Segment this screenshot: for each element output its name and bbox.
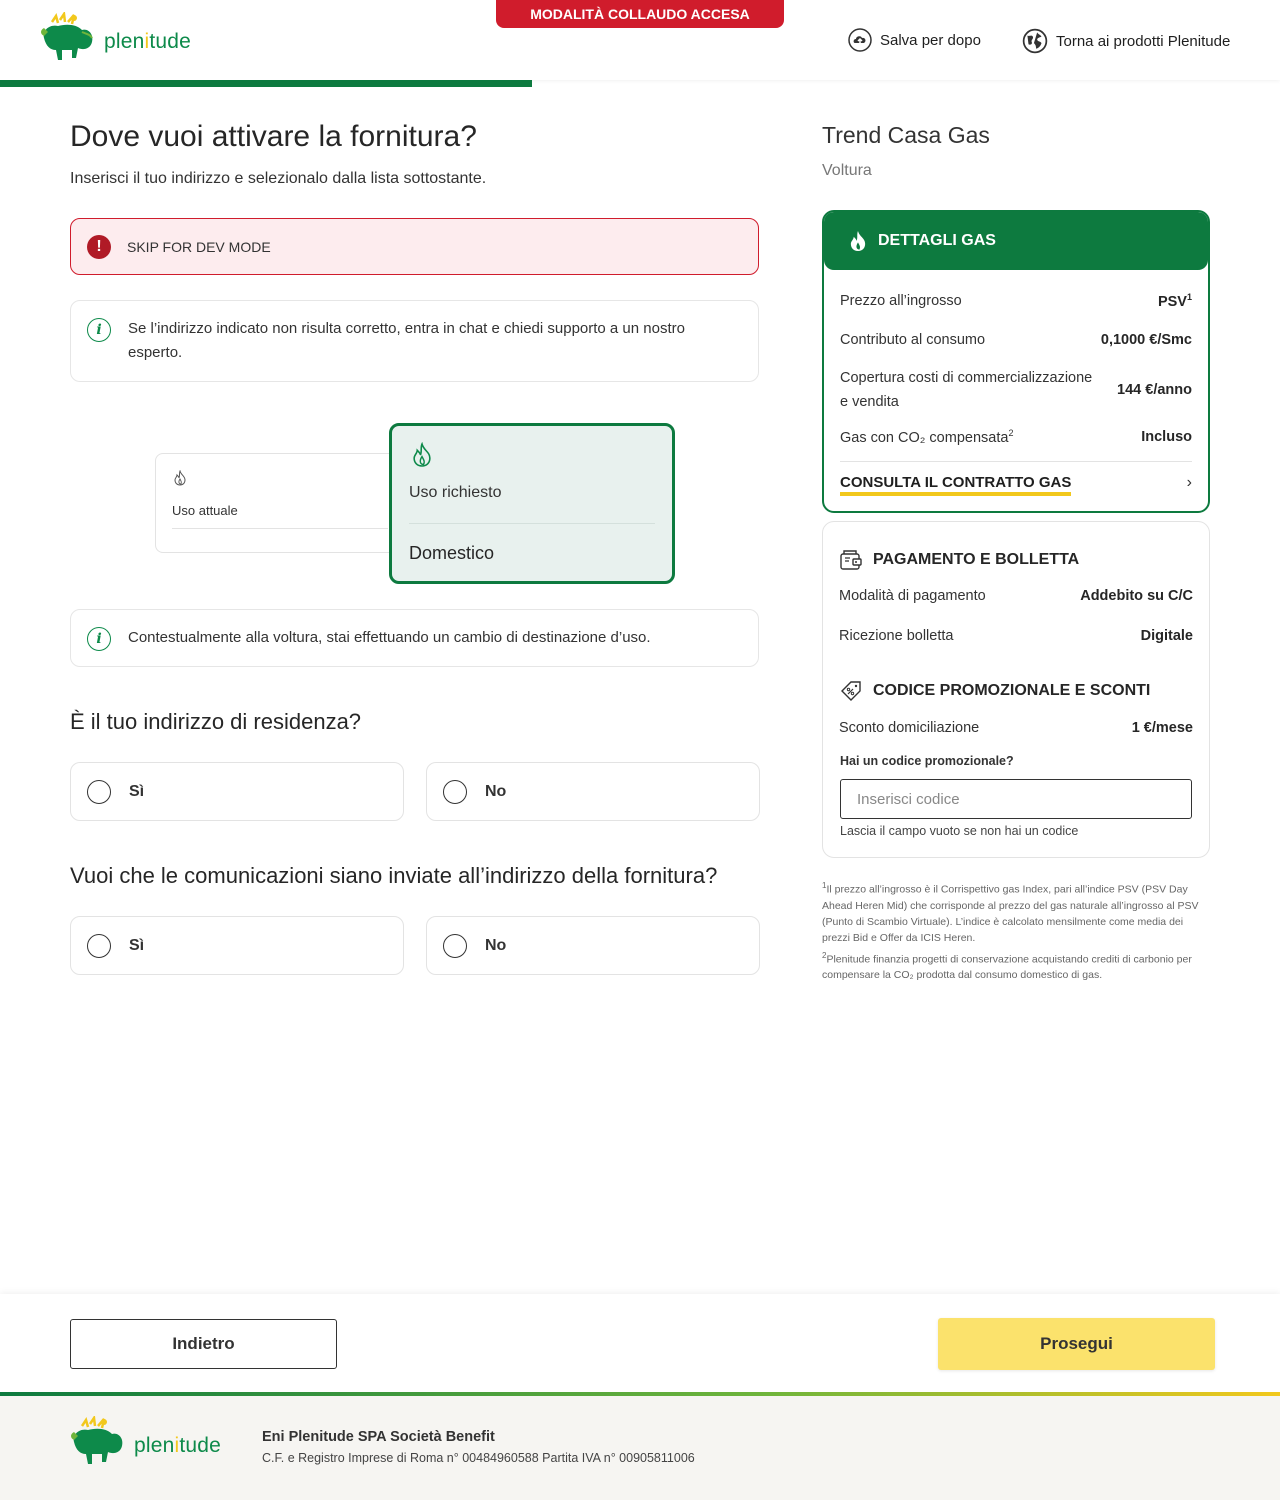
footer: plenitude Eni Plenitude SPA Società Bene… bbox=[0, 1396, 1280, 1500]
requested-use-card: Uso richiesto Domestico bbox=[389, 423, 675, 584]
footer-logo[interactable]: plenitude bbox=[68, 1416, 221, 1472]
globe-icon bbox=[1022, 28, 1048, 54]
promo-hint: Lascia il campo vuoto se non hai un codi… bbox=[840, 824, 1079, 838]
gas-row-wholesale: Prezzo all’ingrosso PSV1 bbox=[840, 292, 1192, 310]
payment-method-row: Modalità di pagamento Addebito su C/C bbox=[839, 588, 1193, 604]
residence-yes-radio[interactable]: Sì bbox=[70, 762, 404, 821]
dev-mode-alert-text: SKIP FOR DEV MODE bbox=[127, 238, 271, 255]
page-title: Dove vuoi attivare la fornitura? bbox=[70, 120, 477, 153]
tag-percent-icon bbox=[841, 681, 861, 701]
gas-details-card: DETTAGLI GAS Prezzo all’ingrosso PSV1 Co… bbox=[822, 210, 1210, 513]
divider bbox=[409, 523, 655, 524]
page-subtitle: Inserisci il tuo indirizzo e selezionalo… bbox=[70, 170, 487, 187]
gas-row-co2: Gas con CO₂ compensata2 Incluso bbox=[840, 428, 1192, 446]
dog-logo-icon bbox=[41, 12, 93, 60]
row-value: 0,1000 €/Smc bbox=[1100, 332, 1192, 348]
current-use-card: Uso attuale bbox=[155, 453, 405, 553]
gas-contract-link[interactable]: CONSULTA IL CONTRATTO GAS bbox=[840, 474, 1072, 496]
radio-label: No bbox=[485, 936, 507, 954]
gas-row-consumption: Contributo al consumo 0,1000 €/Smc bbox=[840, 332, 1192, 348]
gas-details-title: DETTAGLI GAS bbox=[878, 232, 996, 249]
payment-section-title: PAGAMENTO E BOLLETTA bbox=[839, 548, 1079, 572]
footnote-1: 1Il prezzo all’ingrosso è il Corrispetti… bbox=[822, 881, 1199, 944]
promo-code-input[interactable] bbox=[840, 779, 1192, 819]
radio-label: Sì bbox=[129, 782, 145, 800]
radio-circle bbox=[87, 779, 111, 804]
flame-icon bbox=[174, 470, 186, 486]
bill-delivery-row: Ricezione bolletta Digitale bbox=[839, 628, 1193, 644]
logo-wordmark: plenitude bbox=[134, 1434, 222, 1457]
back-button[interactable]: Indietro bbox=[70, 1319, 337, 1369]
radio-label: No bbox=[485, 782, 507, 800]
row-label: Sconto domiciliazione bbox=[839, 720, 980, 736]
row-value: Digitale bbox=[1140, 628, 1193, 644]
next-button[interactable]: Prosegui bbox=[938, 1318, 1215, 1370]
info-icon: i bbox=[87, 627, 111, 651]
company-registry: C.F. e Registro Imprese di Roma n° 00484… bbox=[262, 1451, 695, 1465]
wallet-icon bbox=[840, 550, 862, 570]
discount-row: Sconto domiciliazione 1 €/mese bbox=[839, 720, 1193, 736]
radio-circle bbox=[443, 933, 467, 958]
info-icon: i bbox=[87, 318, 111, 342]
row-label: Copertura costi di commercializzazione e … bbox=[840, 370, 1093, 410]
gas-details-header: DETTAGLI GAS bbox=[824, 212, 1208, 270]
row-value: PSV1 bbox=[1157, 292, 1192, 310]
address-info-text: Se l’indirizzo indicato non risulta corr… bbox=[128, 320, 685, 361]
radio-circle bbox=[443, 779, 467, 804]
divider bbox=[172, 528, 388, 529]
product-type: Voltura bbox=[822, 162, 872, 179]
radio-circle bbox=[87, 933, 111, 958]
row-value: Incluso bbox=[1141, 428, 1192, 445]
row-value: Addebito su C/C bbox=[1080, 588, 1193, 604]
top-header: plenitude MODALITÀ COLLAUDO ACCESA Salva… bbox=[0, 0, 1280, 80]
promo-section-title: CODICE PROMOZIONALE E SCONTI bbox=[839, 679, 1150, 703]
save-later-label: Salva per dopo bbox=[880, 31, 981, 49]
save-later-link[interactable]: Salva per dopo bbox=[848, 28, 981, 52]
residence-no-radio[interactable]: No bbox=[426, 762, 760, 821]
flame-icon bbox=[850, 231, 866, 251]
back-to-products-link[interactable]: Torna ai prodotti Plenitude bbox=[1022, 28, 1230, 54]
change-use-info-box: i Contestualmente alla voltura, stai eff… bbox=[70, 609, 759, 667]
logo-wordmark: plenitude bbox=[104, 30, 192, 53]
change-use-info-text: Contestualmente alla voltura, stai effet… bbox=[128, 629, 651, 646]
divider bbox=[840, 461, 1192, 462]
current-use-label: Uso attuale bbox=[172, 503, 238, 518]
communications-yes-radio[interactable]: Sì bbox=[70, 916, 404, 975]
test-mode-banner: MODALITÀ COLLAUDO ACCESA bbox=[496, 0, 784, 28]
chevron-right-icon[interactable]: › bbox=[1187, 474, 1192, 492]
footnotes: 1Il prezzo all’ingrosso è il Corrispetti… bbox=[822, 878, 1210, 985]
exclamation-icon: ! bbox=[87, 234, 111, 259]
cloud-upload-icon bbox=[848, 28, 872, 52]
dev-mode-alert[interactable]: ! SKIP FOR DEV MODE bbox=[70, 218, 759, 275]
action-bar: Indietro Prosegui bbox=[0, 1294, 1280, 1392]
residence-question: È il tuo indirizzo di residenza? bbox=[70, 709, 362, 734]
address-info-box: i Se l’indirizzo indicato non risulta co… bbox=[70, 300, 759, 382]
back-to-products-label: Torna ai prodotti Plenitude bbox=[1056, 32, 1231, 50]
product-title: Trend Casa Gas bbox=[822, 122, 990, 148]
dog-logo-icon bbox=[71, 1416, 123, 1464]
communications-question: Vuoi che le comunicazioni siano inviate … bbox=[70, 863, 718, 888]
footnote-2: 2Plenitude finanzia progetti di conserva… bbox=[822, 950, 1192, 982]
promo-question: Hai un codice promozionale? bbox=[840, 754, 1014, 768]
requested-use-value: Domestico bbox=[409, 543, 495, 563]
plenitude-logo[interactable]: plenitude bbox=[38, 12, 191, 68]
row-label: Prezzo all’ingrosso bbox=[840, 292, 962, 309]
requested-use-label: Uso richiesto bbox=[409, 484, 502, 501]
flame-icon bbox=[413, 442, 431, 467]
row-label: Gas con CO₂ compensata2 bbox=[840, 428, 1014, 446]
row-value: 144 €/anno bbox=[1117, 382, 1192, 398]
progress-bar bbox=[0, 80, 533, 87]
row-value: 1 €/mese bbox=[1131, 720, 1193, 736]
radio-label: Sì bbox=[129, 936, 145, 954]
communications-no-radio[interactable]: No bbox=[426, 916, 760, 975]
company-name: Eni Plenitude SPA Società Benefit bbox=[262, 1429, 495, 1445]
row-label: Modalità di pagamento bbox=[839, 588, 986, 604]
row-label: Contributo al consumo bbox=[840, 332, 986, 348]
payment-card: PAGAMENTO E BOLLETTA Modalità di pagamen… bbox=[822, 521, 1210, 858]
row-label: Ricezione bolletta bbox=[839, 628, 954, 644]
gas-row-commercial: Copertura costi di commercializzazione e … bbox=[840, 366, 1192, 414]
